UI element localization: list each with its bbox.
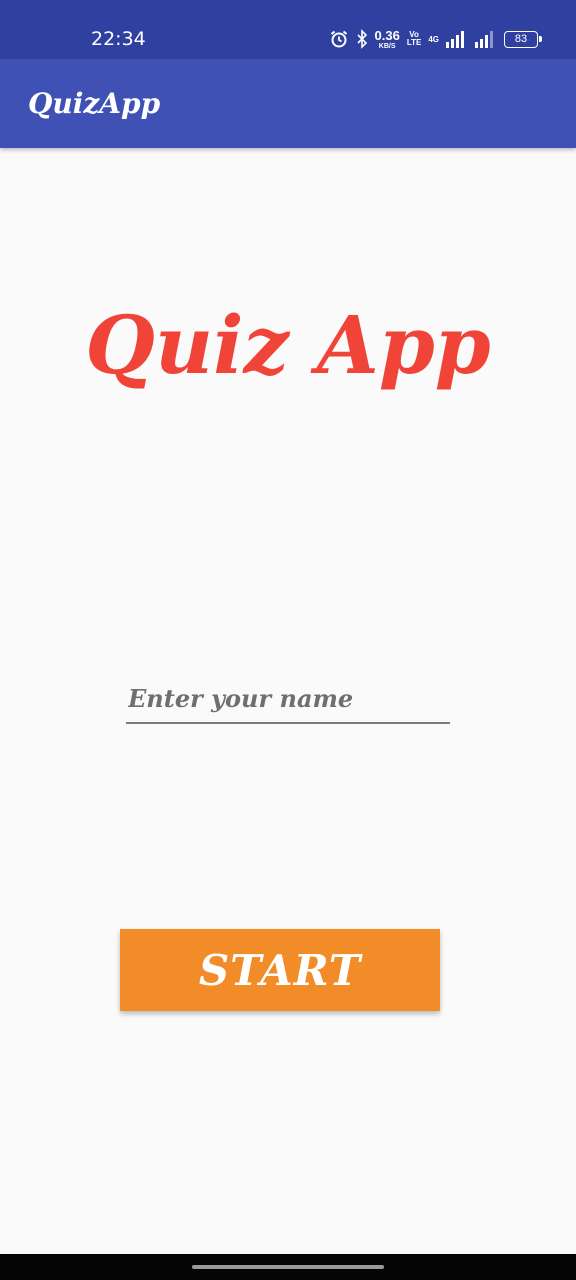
name-input[interactable] (126, 680, 450, 724)
alarm-icon (329, 29, 349, 49)
app-heading: Quiz App (85, 298, 491, 392)
signal-icon (475, 30, 497, 48)
app-bar: QuizApp (0, 59, 576, 148)
app-bar-title: QuizApp (28, 87, 161, 120)
navigation-bar (0, 1254, 576, 1280)
status-bar: 22:34 0.36 KB/S Vo LTE 4G 83 (0, 0, 576, 59)
network-type: 4G (428, 34, 439, 44)
network-speed: 0.36 KB/S (374, 27, 400, 50)
home-indicator[interactable] (192, 1265, 384, 1269)
signal-icon (446, 30, 468, 48)
battery-indicator: 83 (504, 30, 542, 48)
status-icons: 0.36 KB/S Vo LTE 4G 83 (322, 26, 542, 52)
bluetooth-icon (356, 29, 368, 49)
start-button[interactable]: START (120, 929, 440, 1011)
volte-indicator: Vo LTE (406, 30, 422, 47)
status-time: 22:34 (91, 28, 146, 50)
